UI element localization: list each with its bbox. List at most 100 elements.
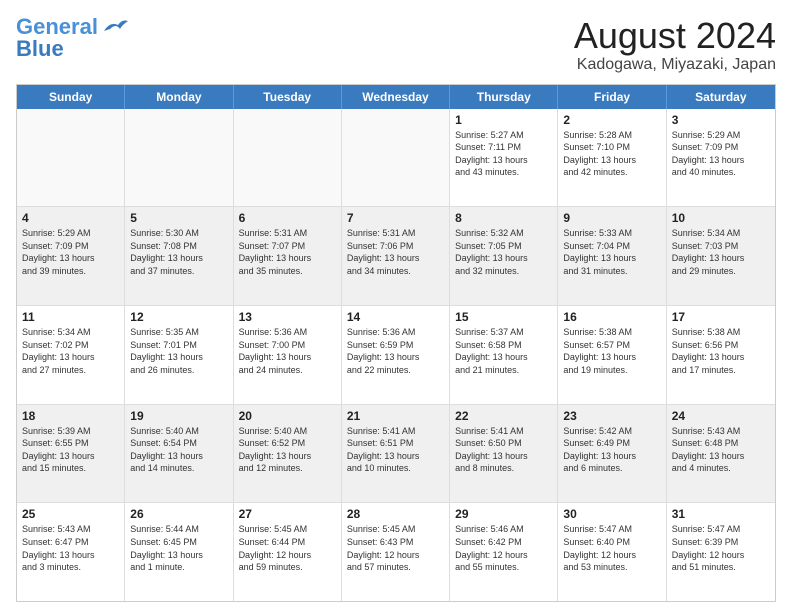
header-saturday: Saturday — [667, 85, 775, 109]
day-info-3-6: Sunrise: 5:43 AM Sunset: 6:48 PM Dayligh… — [672, 425, 770, 475]
day-number-3-5: 23 — [563, 409, 660, 423]
day-number-4-1: 26 — [130, 507, 227, 521]
day-number-2-2: 13 — [239, 310, 336, 324]
day-number-2-3: 14 — [347, 310, 444, 324]
logo-bird-icon — [102, 17, 130, 37]
cal-cell-0-2 — [234, 109, 342, 207]
day-info-4-6: Sunrise: 5:47 AM Sunset: 6:39 PM Dayligh… — [672, 523, 770, 573]
cal-cell-3-6: 24Sunrise: 5:43 AM Sunset: 6:48 PM Dayli… — [667, 405, 775, 503]
day-info-2-2: Sunrise: 5:36 AM Sunset: 7:00 PM Dayligh… — [239, 326, 336, 376]
day-number-4-5: 30 — [563, 507, 660, 521]
day-number-1-3: 7 — [347, 211, 444, 225]
day-info-1-2: Sunrise: 5:31 AM Sunset: 7:07 PM Dayligh… — [239, 227, 336, 277]
calendar: Sunday Monday Tuesday Wednesday Thursday… — [16, 84, 776, 602]
cal-row-4: 25Sunrise: 5:43 AM Sunset: 6:47 PM Dayli… — [17, 502, 775, 601]
calendar-header: Sunday Monday Tuesday Wednesday Thursday… — [17, 85, 775, 109]
header-sunday: Sunday — [17, 85, 125, 109]
cal-cell-0-0 — [17, 109, 125, 207]
title-block: August 2024 Kadogawa, Miyazaki, Japan — [574, 16, 776, 74]
cal-cell-4-4: 29 Sunrise: 5:46 AM Sunset: 6:42 PM Dayli… — [450, 503, 558, 601]
day-number-3-1: 19 — [130, 409, 227, 423]
day-info-3-3: Sunrise: 5:41 AM Sunset: 6:51 PM Dayligh… — [347, 425, 444, 475]
day-info-2-0: Sunrise: 5:34 AM Sunset: 7:02 PM Dayligh… — [22, 326, 119, 376]
cal-row-3: 18Sunrise: 5:39 AM Sunset: 6:55 PM Dayli… — [17, 404, 775, 503]
cal-cell-2-1: 12Sunrise: 5:35 AM Sunset: 7:01 PM Dayli… — [125, 306, 233, 404]
cal-row-1: 4 Sunrise: 5:29 AM Sunset: 7:09 PM Daylig… — [17, 206, 775, 305]
day-number-4-4: 29 — [455, 507, 552, 521]
day-number-0-5: 2 — [563, 113, 660, 127]
calendar-body: 1Sunrise: 5:27 AM Sunset: 7:11 PM Daylig… — [17, 109, 775, 601]
cal-cell-0-1 — [125, 109, 233, 207]
day-number-2-4: 15 — [455, 310, 552, 324]
day-info-2-5: Sunrise: 5:38 AM Sunset: 6:57 PM Dayligh… — [563, 326, 660, 376]
day-info-1-4: Sunrise: 5:32 AM Sunset: 7:05 PM Dayligh… — [455, 227, 552, 277]
cal-cell-2-3: 14 Sunrise: 5:36 AM Sunset: 6:59 PM Dayli… — [342, 306, 450, 404]
cal-cell-1-4: 8 Sunrise: 5:32 AM Sunset: 7:05 PM Daylig… — [450, 207, 558, 305]
day-number-2-6: 17 — [672, 310, 770, 324]
cal-cell-4-1: 26 Sunrise: 5:44 AM Sunset: 6:45 PM Dayli… — [125, 503, 233, 601]
day-info-2-3: Sunrise: 5:36 AM Sunset: 6:59 PM Dayligh… — [347, 326, 444, 376]
cal-cell-2-4: 15 Sunrise: 5:37 AM Sunset: 6:58 PM Dayli… — [450, 306, 558, 404]
day-number-1-4: 8 — [455, 211, 552, 225]
day-number-2-0: 11 — [22, 310, 119, 324]
header-tuesday: Tuesday — [234, 85, 342, 109]
day-number-1-5: 9 — [563, 211, 660, 225]
cal-cell-2-0: 11 Sunrise: 5:34 AM Sunset: 7:02 PM Dayli… — [17, 306, 125, 404]
day-info-1-5: Sunrise: 5:33 AM Sunset: 7:04 PM Dayligh… — [563, 227, 660, 277]
day-info-2-6: Sunrise: 5:38 AM Sunset: 6:56 PM Dayligh… — [672, 326, 770, 376]
cal-cell-1-1: 5 Sunrise: 5:30 AM Sunset: 7:08 PM Daylig… — [125, 207, 233, 305]
day-info-3-4: Sunrise: 5:41 AM Sunset: 6:50 PM Dayligh… — [455, 425, 552, 475]
day-info-3-5: Sunrise: 5:42 AM Sunset: 6:49 PM Dayligh… — [563, 425, 660, 475]
day-info-3-1: Sunrise: 5:40 AM Sunset: 6:54 PM Dayligh… — [130, 425, 227, 475]
day-number-1-1: 5 — [130, 211, 227, 225]
day-info-1-0: Sunrise: 5:29 AM Sunset: 7:09 PM Dayligh… — [22, 227, 119, 277]
day-number-3-4: 22 — [455, 409, 552, 423]
cal-cell-2-5: 16 Sunrise: 5:38 AM Sunset: 6:57 PM Dayli… — [558, 306, 666, 404]
day-number-4-0: 25 — [22, 507, 119, 521]
cal-cell-1-5: 9 Sunrise: 5:33 AM Sunset: 7:04 PM Daylig… — [558, 207, 666, 305]
header-thursday: Thursday — [450, 85, 558, 109]
cal-cell-3-4: 22 Sunrise: 5:41 AM Sunset: 6:50 PM Dayli… — [450, 405, 558, 503]
cal-cell-3-5: 23 Sunrise: 5:42 AM Sunset: 6:49 PM Dayli… — [558, 405, 666, 503]
cal-cell-4-5: 30 Sunrise: 5:47 AM Sunset: 6:40 PM Dayli… — [558, 503, 666, 601]
day-number-4-2: 27 — [239, 507, 336, 521]
day-info-4-5: Sunrise: 5:47 AM Sunset: 6:40 PM Dayligh… — [563, 523, 660, 573]
day-number-3-2: 20 — [239, 409, 336, 423]
day-info-4-4: Sunrise: 5:46 AM Sunset: 6:42 PM Dayligh… — [455, 523, 552, 573]
cal-cell-3-0: 18Sunrise: 5:39 AM Sunset: 6:55 PM Dayli… — [17, 405, 125, 503]
header-monday: Monday — [125, 85, 233, 109]
header-wednesday: Wednesday — [342, 85, 450, 109]
day-number-1-0: 4 — [22, 211, 119, 225]
day-info-4-1: Sunrise: 5:44 AM Sunset: 6:45 PM Dayligh… — [130, 523, 227, 573]
page-container: General Blue August 2024 Kadogawa, Miyaz… — [0, 0, 792, 612]
day-number-2-5: 16 — [563, 310, 660, 324]
day-number-3-0: 18 — [22, 409, 119, 423]
cal-row-0: 1Sunrise: 5:27 AM Sunset: 7:11 PM Daylig… — [17, 109, 775, 207]
day-number-2-1: 12 — [130, 310, 227, 324]
day-info-0-4: Sunrise: 5:27 AM Sunset: 7:11 PM Dayligh… — [455, 129, 552, 179]
day-info-2-4: Sunrise: 5:37 AM Sunset: 6:58 PM Dayligh… — [455, 326, 552, 376]
day-info-4-2: Sunrise: 5:45 AM Sunset: 6:44 PM Dayligh… — [239, 523, 336, 573]
cal-cell-1-0: 4 Sunrise: 5:29 AM Sunset: 7:09 PM Daylig… — [17, 207, 125, 305]
page-header: General Blue August 2024 Kadogawa, Miyaz… — [16, 16, 776, 74]
cal-cell-3-1: 19 Sunrise: 5:40 AM Sunset: 6:54 PM Dayli… — [125, 405, 233, 503]
logo-text: General — [16, 16, 98, 38]
day-info-4-3: Sunrise: 5:45 AM Sunset: 6:43 PM Dayligh… — [347, 523, 444, 573]
cal-cell-3-2: 20 Sunrise: 5:40 AM Sunset: 6:52 PM Dayli… — [234, 405, 342, 503]
day-info-3-2: Sunrise: 5:40 AM Sunset: 6:52 PM Dayligh… — [239, 425, 336, 475]
logo: General Blue — [16, 16, 130, 62]
cal-row-2: 11 Sunrise: 5:34 AM Sunset: 7:02 PM Dayli… — [17, 305, 775, 404]
cal-cell-0-6: 3Sunrise: 5:29 AM Sunset: 7:09 PM Daylig… — [667, 109, 775, 207]
cal-cell-0-3 — [342, 109, 450, 207]
day-info-0-5: Sunrise: 5:28 AM Sunset: 7:10 PM Dayligh… — [563, 129, 660, 179]
cal-cell-0-5: 2 Sunrise: 5:28 AM Sunset: 7:10 PM Daylig… — [558, 109, 666, 207]
day-info-1-1: Sunrise: 5:30 AM Sunset: 7:08 PM Dayligh… — [130, 227, 227, 277]
day-number-3-3: 21 — [347, 409, 444, 423]
day-info-0-6: Sunrise: 5:29 AM Sunset: 7:09 PM Dayligh… — [672, 129, 770, 179]
page-title: August 2024 — [574, 16, 776, 56]
cal-cell-4-6: 31Sunrise: 5:47 AM Sunset: 6:39 PM Dayli… — [667, 503, 775, 601]
cal-cell-4-3: 28Sunrise: 5:45 AM Sunset: 6:43 PM Dayli… — [342, 503, 450, 601]
cal-cell-0-4: 1Sunrise: 5:27 AM Sunset: 7:11 PM Daylig… — [450, 109, 558, 207]
cal-cell-2-2: 13 Sunrise: 5:36 AM Sunset: 7:00 PM Dayli… — [234, 306, 342, 404]
cal-cell-2-6: 17 Sunrise: 5:38 AM Sunset: 6:56 PM Dayli… — [667, 306, 775, 404]
